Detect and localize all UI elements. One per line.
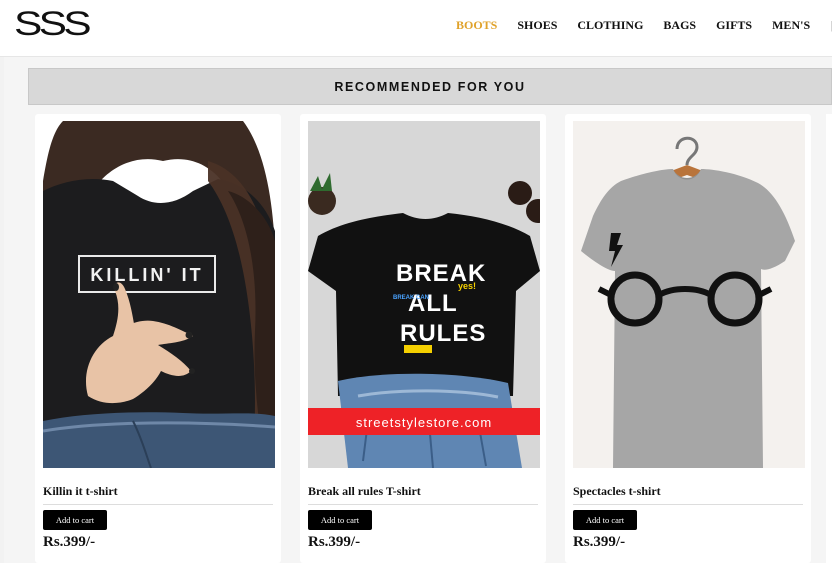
product-image[interactable]: BREAK ALL RULES yes! BREAK CAN streetsty… — [308, 121, 540, 468]
nav-item-bags[interactable]: BAGS — [663, 18, 696, 33]
svg-text:yes!: yes! — [458, 281, 476, 291]
product-name[interactable]: Spectacles t-shirt — [573, 484, 661, 499]
watermark-text: streetstylestore.com — [356, 415, 492, 430]
product-card: Spectacles t-shirt Add to cart Rs.399/- — [565, 114, 811, 563]
product-name[interactable]: Break all rules T-shirt — [308, 484, 421, 499]
top-navbar: SSS BOOTS SHOES CLOTHING BAGS GIFTS MEN'… — [0, 0, 832, 57]
product-price: Rs.399/- — [308, 534, 361, 550]
card-divider — [43, 504, 273, 505]
product-price: Rs.399/- — [573, 534, 626, 550]
section-banner: RECOMMENDED FOR YOU — [28, 68, 832, 105]
nav-item-shoes[interactable]: SHOES — [517, 18, 557, 33]
svg-text:BREAK CAN: BREAK CAN — [393, 295, 429, 301]
nav-item-mens[interactable]: MEN'S — [772, 18, 810, 33]
product-card-partial — [826, 114, 832, 563]
card-divider — [573, 504, 803, 505]
product-image[interactable]: KILLIN' IT — [43, 121, 275, 468]
nav-item-gifts[interactable]: GIFTS — [716, 18, 752, 33]
add-to-cart-button[interactable]: Add to cart — [308, 510, 372, 530]
add-to-cart-button[interactable]: Add to cart — [43, 510, 107, 530]
shirt-print-text: KILLIN' IT — [90, 265, 203, 285]
main-menu: BOOTS SHOES CLOTHING BAGS GIFTS MEN'S | … — [456, 18, 832, 33]
brand-logo[interactable]: SSS — [14, 5, 92, 44]
product-card: KILLIN' IT Killin it t-shirt Add to cart… — [35, 114, 281, 563]
add-to-cart-button[interactable]: Add to cart — [573, 510, 637, 530]
card-divider — [308, 504, 538, 505]
product-card: BREAK ALL RULES yes! BREAK CAN streetsty… — [300, 114, 546, 563]
section-title: RECOMMENDED FOR YOU — [334, 79, 526, 94]
nav-item-clothing[interactable]: CLOTHING — [577, 18, 643, 33]
svg-text:RULES: RULES — [400, 320, 486, 347]
product-price: Rs.399/- — [43, 534, 96, 550]
nav-item-boots[interactable]: BOOTS — [456, 18, 497, 33]
product-image[interactable] — [573, 121, 805, 468]
product-name[interactable]: Killin it t-shirt — [43, 484, 118, 499]
